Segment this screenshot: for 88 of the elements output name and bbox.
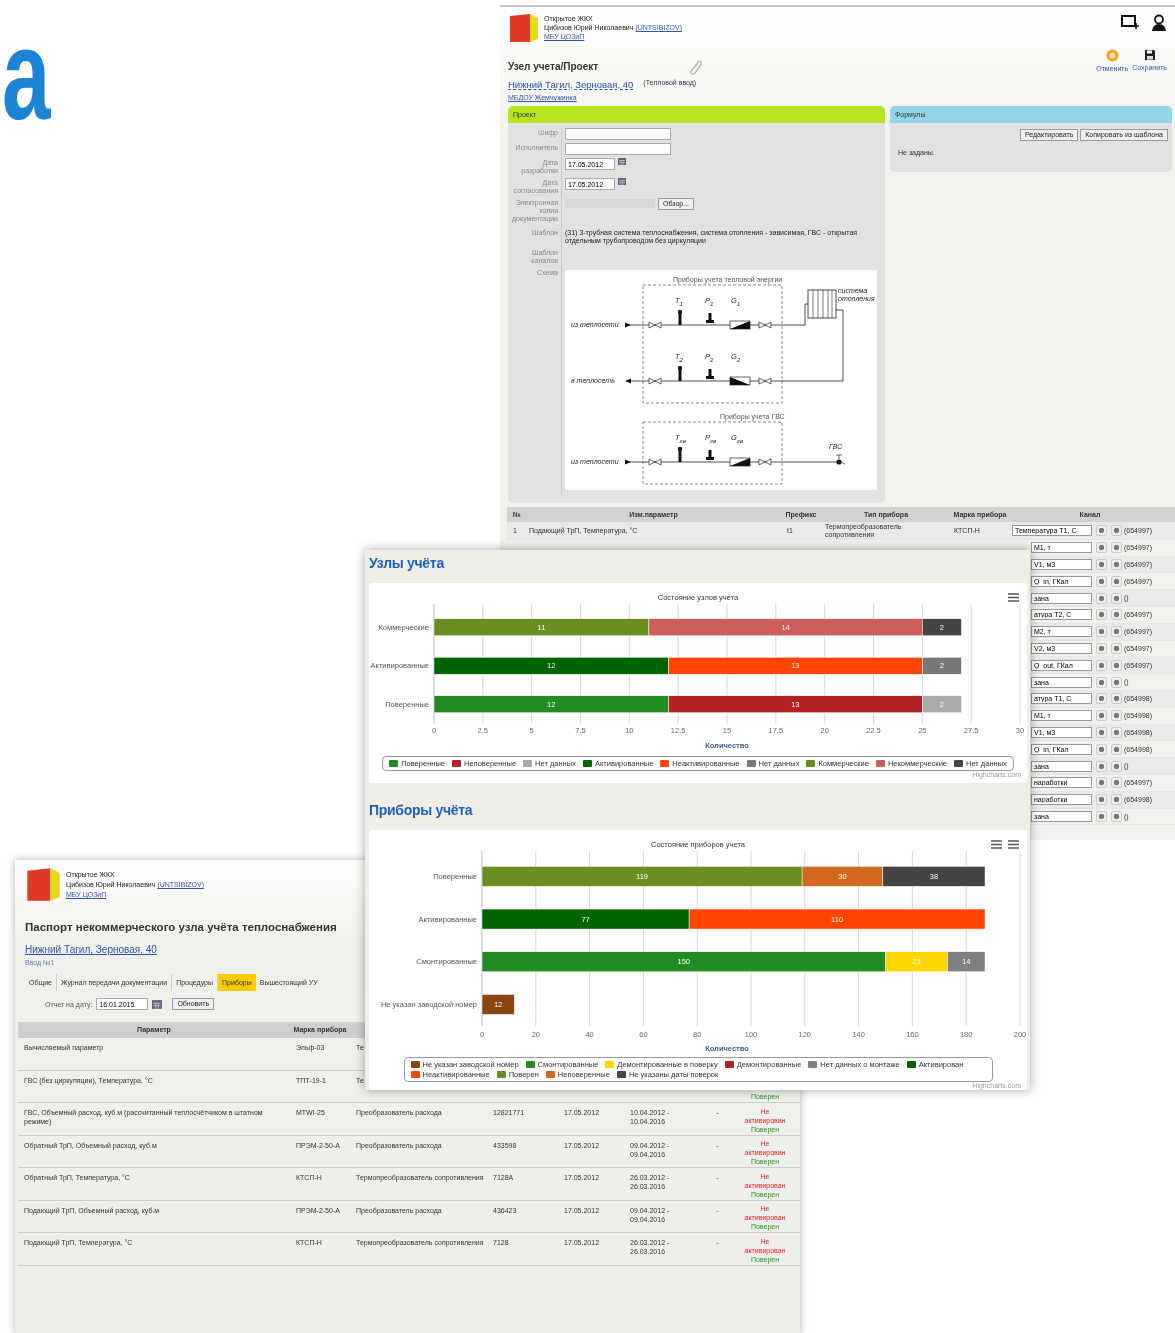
legend-swatch[interactable] [875,760,885,767]
paperclip-icon[interactable] [690,59,703,75]
bar[interactable] [648,618,923,636]
calendar-icon[interactable] [618,158,626,165]
bar[interactable] [433,695,669,713]
legend-swatch[interactable] [389,760,399,767]
round-action-button[interactable] [1111,542,1122,554]
round-action-button[interactable] [1111,525,1122,537]
round-action-button[interactable] [1096,777,1107,789]
round-action-button[interactable] [1096,592,1107,604]
calendar-icon[interactable] [618,178,626,185]
legend-swatch[interactable] [724,1061,734,1068]
page-title: Паспорт некоммерческого узла учёта теплоснабжения [25,921,337,933]
round-action-button[interactable] [1096,642,1107,654]
round-action-button[interactable] [1096,659,1107,671]
legend-swatch[interactable] [616,1071,626,1078]
legend-swatch[interactable] [582,760,592,767]
menu-icon[interactable] [1008,840,1019,849]
bar[interactable] [433,657,669,675]
cube-logo-icon [25,866,62,903]
input-field[interactable] [565,128,671,140]
legend-swatch[interactable] [808,1061,818,1068]
bar[interactable] [481,951,886,972]
round-action-button[interactable] [1111,810,1122,822]
bar[interactable] [668,695,923,713]
round-action-button[interactable] [1096,575,1107,587]
address-link[interactable]: Нижний Тагил, Зерновая, 40 [25,944,157,955]
round-action-button[interactable] [1096,525,1107,537]
legend-swatch[interactable] [954,760,963,767]
round-action-button[interactable] [1096,693,1107,705]
round-action-button[interactable] [1111,659,1122,671]
monitor-plus-icon[interactable] [1121,14,1139,29]
bar[interactable] [922,618,962,636]
round-action-button[interactable] [1096,726,1107,738]
round-action-button[interactable] [1111,726,1122,738]
bar[interactable] [882,866,986,887]
round-action-button[interactable] [1111,760,1122,772]
round-action-button[interactable] [1096,559,1107,570]
section-heading: Узлы учёта [369,555,444,571]
round-action-button[interactable] [1111,592,1122,604]
round-action-button[interactable] [1096,810,1107,822]
bar[interactable] [922,657,962,675]
legend-swatch[interactable] [496,1071,506,1078]
round-action-button[interactable] [1096,794,1107,806]
bar[interactable] [481,994,515,1015]
round-action-button[interactable] [1111,693,1122,705]
legend-swatch[interactable] [523,760,533,767]
legend-swatch[interactable] [525,1061,535,1068]
cancel-icon [1105,49,1119,62]
menu-icon[interactable] [991,840,1002,849]
round-action-button[interactable] [1111,710,1122,722]
round-action-button[interactable] [1111,794,1122,806]
cube-logo-icon [508,12,540,44]
input-field[interactable] [565,143,671,155]
round-action-button[interactable] [1111,676,1122,688]
calendar-icon[interactable] [152,999,163,1009]
round-action-button[interactable] [1096,609,1107,621]
round-action-button[interactable] [1096,760,1107,772]
round-action-button[interactable] [1111,777,1122,789]
round-action-button[interactable] [1096,743,1107,755]
legend-swatch[interactable] [410,1071,420,1078]
round-action-button[interactable] [1111,642,1122,654]
legend-swatch[interactable] [746,760,756,767]
bar[interactable] [947,951,986,972]
section-heading: Приборы учёта [369,802,473,818]
user-icon[interactable] [1151,14,1167,31]
round-action-button[interactable] [1111,559,1122,570]
legend-swatch[interactable] [660,760,670,767]
round-action-button[interactable] [1111,626,1122,638]
legend-swatch[interactable] [410,1061,420,1068]
menu-icon[interactable] [1008,593,1019,602]
page-title: Узел учета/Проект [508,61,599,72]
slide-title: а [2,2,51,148]
address-link[interactable]: Нижний Тагил, Зерновая, 40 [508,79,634,90]
legend-swatch[interactable] [906,1061,916,1068]
legend-swatch[interactable] [806,760,816,767]
legend-swatch[interactable] [545,1071,555,1078]
round-action-button[interactable] [1111,609,1122,621]
round-action-button[interactable] [1096,626,1107,638]
bar[interactable] [688,908,986,930]
legend-swatch[interactable] [452,760,461,767]
round-action-button[interactable] [1096,710,1107,722]
bar[interactable] [481,908,690,930]
round-action-button[interactable] [1096,676,1107,688]
legend-swatch[interactable] [605,1061,615,1068]
round-action-button[interactable] [1111,575,1122,587]
round-action-button[interactable] [1096,542,1107,554]
round-action-button[interactable] [1111,743,1122,755]
